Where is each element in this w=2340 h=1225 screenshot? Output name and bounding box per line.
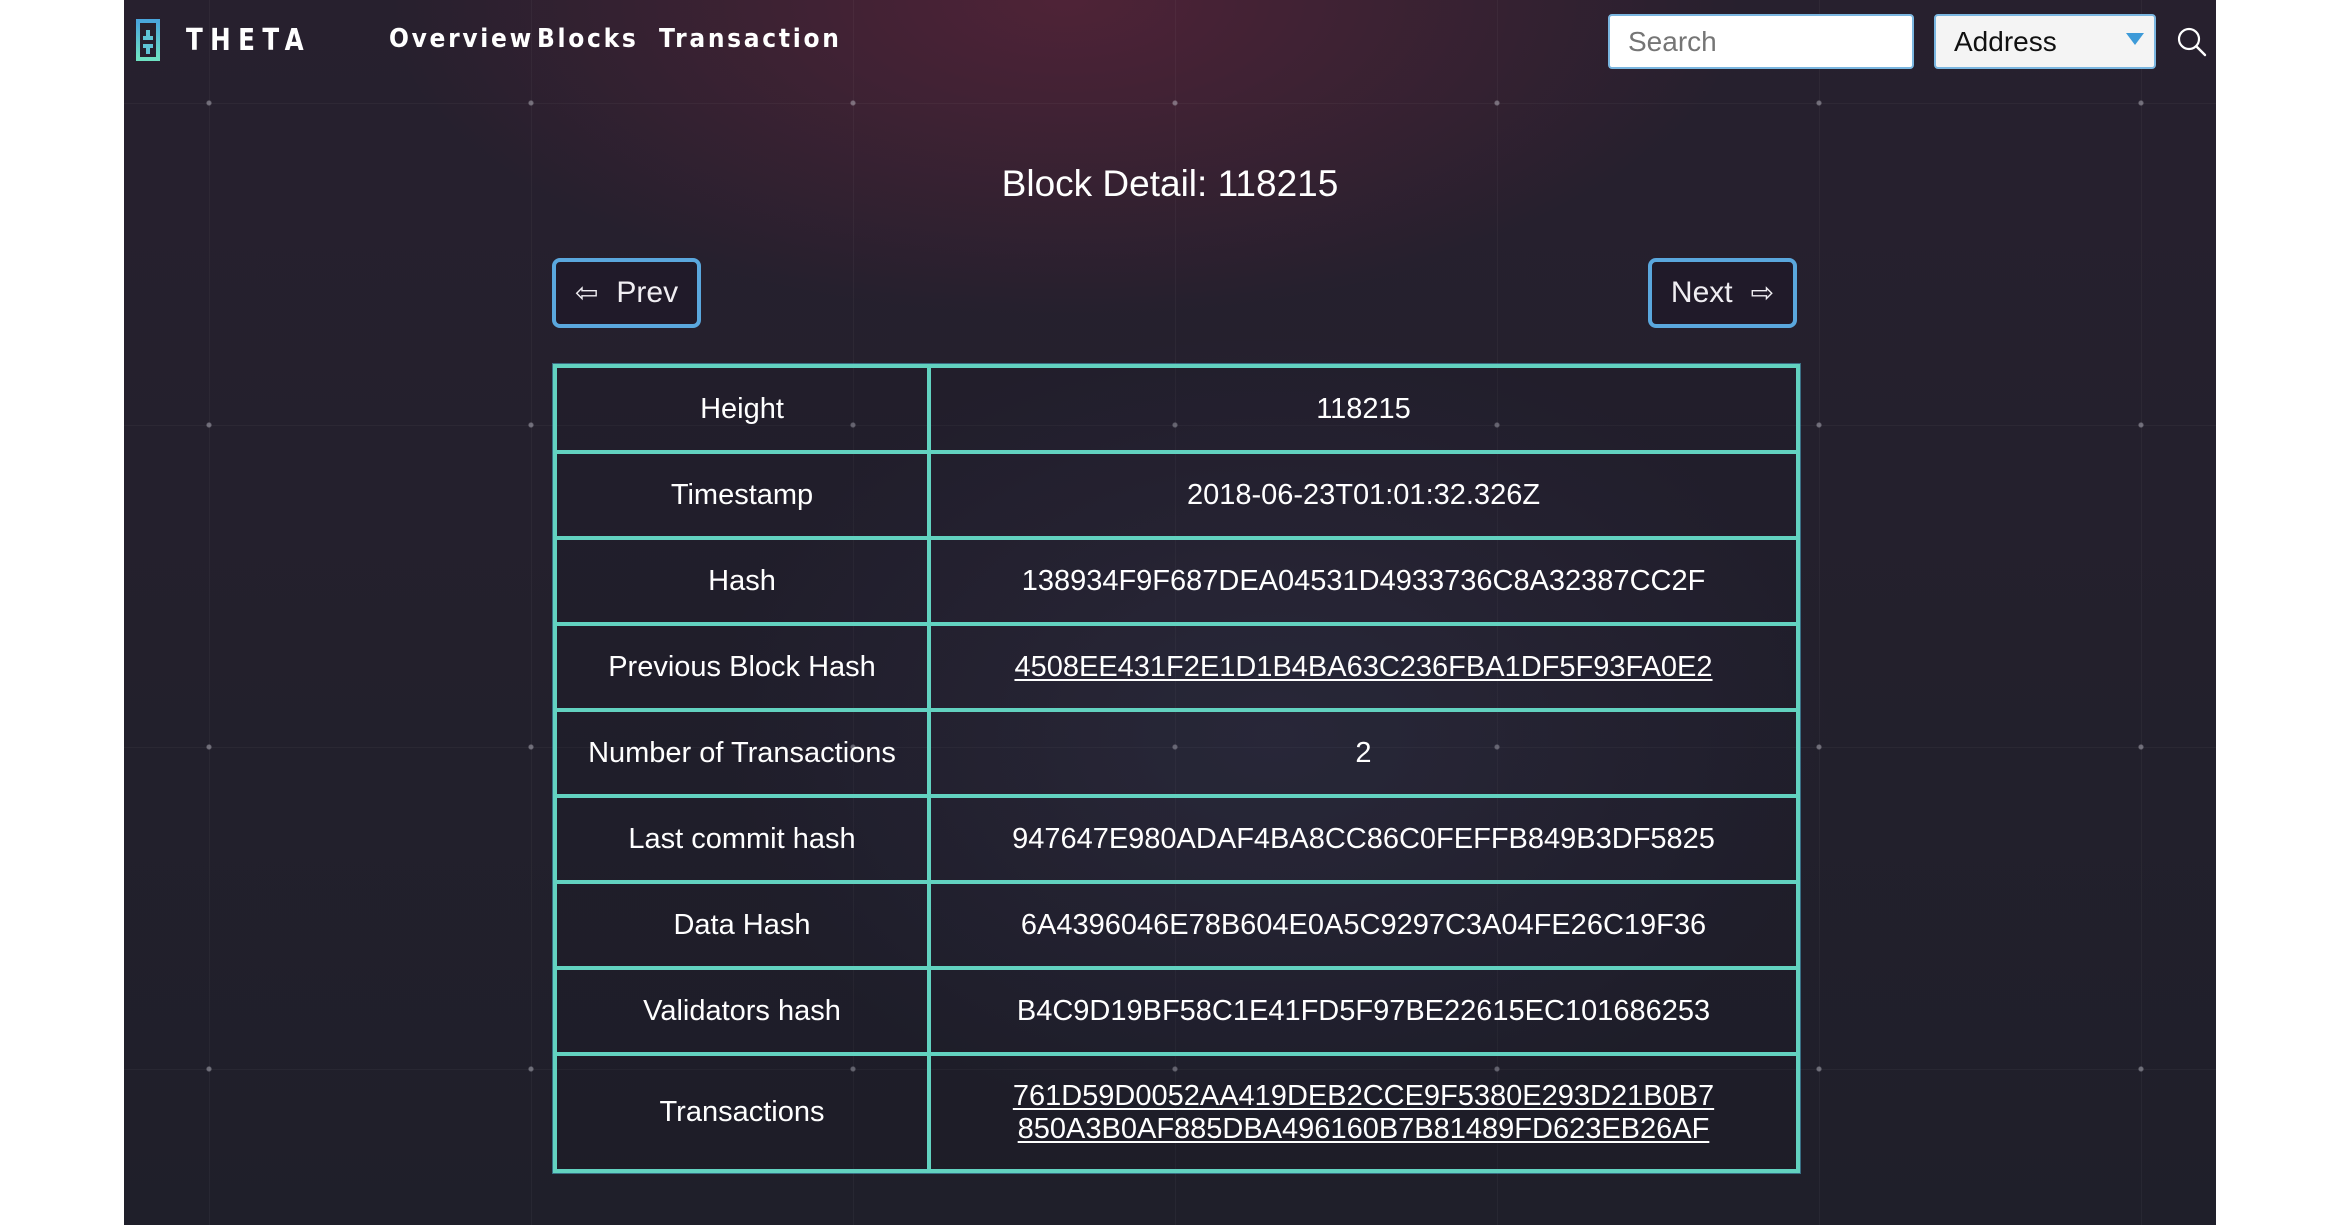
arrow-left-icon: ⇦	[574, 276, 599, 309]
arrow-right-icon: ⇨	[1750, 276, 1775, 309]
table-row-timestamp: Timestamp 2018-06-23T01:01:32.326Z	[553, 450, 1800, 540]
row-value-transactions: 761D59D0052AA419DEB2CCE9F5380E293D21B0B7…	[927, 1052, 1800, 1173]
search-button[interactable]	[2176, 26, 2208, 58]
page-title-text: Block Detail: 118215	[1001, 163, 1339, 204]
row-value-data-hash: 6A4396046E78B604E0A5C9297C3A04FE26C19F36	[927, 880, 1800, 970]
row-label: Data Hash	[553, 880, 931, 970]
top-navbar: THETA Overview Blocks Transaction Addres…	[124, 0, 2216, 84]
table-row-height: Height 118215	[553, 364, 1800, 454]
nav-overview[interactable]: Overview	[389, 24, 534, 54]
table-row-transactions: Transactions 761D59D0052AA419DEB2CCE9F53…	[553, 1052, 1800, 1173]
theta-logo[interactable]: THETA	[136, 19, 338, 61]
block-detail-table: Height 118215 Timestamp 2018-06-23T01:01…	[553, 364, 1800, 1173]
nav-transaction[interactable]: Transaction	[659, 24, 842, 54]
table-row-validators-hash: Validators hash B4C9D19BF58C1E41FD5F97BE…	[553, 966, 1800, 1056]
row-value-timestamp: 2018-06-23T01:01:32.326Z	[927, 450, 1800, 540]
row-label: Hash	[553, 536, 931, 626]
chevron-down-icon	[2126, 33, 2144, 45]
row-label: Previous Block Hash	[553, 622, 931, 712]
row-label: Number of Transactions	[553, 708, 931, 798]
row-value-height: 118215	[927, 364, 1800, 454]
row-label: Last commit hash	[553, 794, 931, 884]
next-label: Next	[1670, 276, 1733, 309]
transaction-link[interactable]: 761D59D0052AA419DEB2CCE9F5380E293D21B0B7	[931, 1080, 1796, 1113]
nav-blocks[interactable]: Blocks	[537, 24, 639, 54]
previous-block-hash-link[interactable]: 4508EE431F2E1D1B4BA63C236FBA1DF5F93FA0E2	[1014, 651, 1712, 684]
transaction-link[interactable]: 850A3B0AF885DBA496160B7B81489FD623EB26AF	[931, 1113, 1796, 1146]
search-type-selected: Address	[1954, 25, 2057, 57]
row-value-hash: 138934F9F687DEA04531D4933736C8A32387CC2F	[927, 536, 1800, 626]
search-input[interactable]	[1608, 14, 1914, 69]
row-label: Timestamp	[553, 450, 931, 540]
table-row-number-of-transactions: Number of Transactions 2	[553, 708, 1800, 798]
table-row-last-commit-hash: Last commit hash 947647E980ADAF4BA8CC86C…	[553, 794, 1800, 884]
search-type-select[interactable]: Address	[1934, 14, 2156, 69]
search-icon	[2177, 27, 2207, 57]
row-value-cell: 4508EE431F2E1D1B4BA63C236FBA1DF5F93FA0E2	[927, 622, 1800, 712]
row-label: Validators hash	[553, 966, 931, 1056]
theta-logo-icon	[136, 19, 160, 61]
row-label: Transactions	[553, 1052, 931, 1173]
table-row-hash: Hash 138934F9F687DEA04531D4933736C8A3238…	[553, 536, 1800, 626]
logo-text: THETA	[186, 22, 311, 58]
row-value-last-commit-hash: 947647E980ADAF4BA8CC86C0FEFFB849B3DF5825	[927, 794, 1800, 884]
prev-block-button[interactable]: ⇦ Prev	[552, 258, 701, 328]
prev-label: Prev	[616, 276, 679, 309]
row-label: Height	[553, 364, 931, 454]
next-block-button[interactable]: Next ⇨	[1648, 258, 1797, 328]
row-value-num-transactions: 2	[927, 708, 1800, 798]
table-row-data-hash: Data Hash 6A4396046E78B604E0A5C9297C3A04…	[553, 880, 1800, 970]
page-background: THETA Overview Blocks Transaction Addres…	[124, 0, 2216, 1225]
page-title: Block Detail: 118215	[124, 163, 2216, 205]
table-row-previous-block-hash: Previous Block Hash 4508EE431F2E1D1B4BA6…	[553, 622, 1800, 712]
row-value-validators-hash: B4C9D19BF58C1E41FD5F97BE22615EC101686253	[927, 966, 1800, 1056]
